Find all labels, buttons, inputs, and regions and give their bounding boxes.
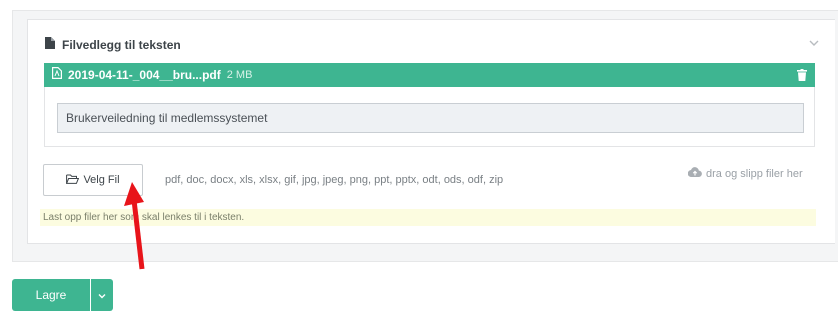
- save-menu-toggle[interactable]: [91, 279, 113, 311]
- file-size: 2 MB: [226, 69, 253, 81]
- attachments-title: Filvedlegg til teksten: [62, 38, 181, 52]
- attachments-header: Filvedlegg til teksten: [45, 37, 181, 53]
- document-icon: [45, 36, 55, 54]
- red-annotation-arrow: [124, 182, 145, 270]
- cloud-upload-icon: [687, 167, 702, 180]
- allowed-file-types: pdf, doc, docx, xls, xlsx, gif, jpg, jpe…: [165, 174, 504, 186]
- choose-file-label: Velg Fil: [83, 174, 120, 186]
- trash-icon[interactable]: [797, 68, 807, 86]
- chevron-down-icon[interactable]: [808, 36, 820, 48]
- file-item-bar: 2019-04-11-_004__bru...pdf 2 MB: [44, 63, 815, 87]
- save-button[interactable]: Lagre: [12, 279, 90, 311]
- drop-zone-hint[interactable]: dra og slipp filer her: [687, 167, 803, 180]
- file-description-input[interactable]: [57, 103, 804, 133]
- caret-down-icon: [98, 286, 106, 304]
- file-name-link[interactable]: 2019-04-11-_004__bru...pdf: [68, 68, 221, 82]
- pdf-file-icon: [52, 66, 62, 84]
- drop-hint-text: dra og slipp filer her: [706, 167, 803, 180]
- folder-open-icon: [66, 174, 80, 187]
